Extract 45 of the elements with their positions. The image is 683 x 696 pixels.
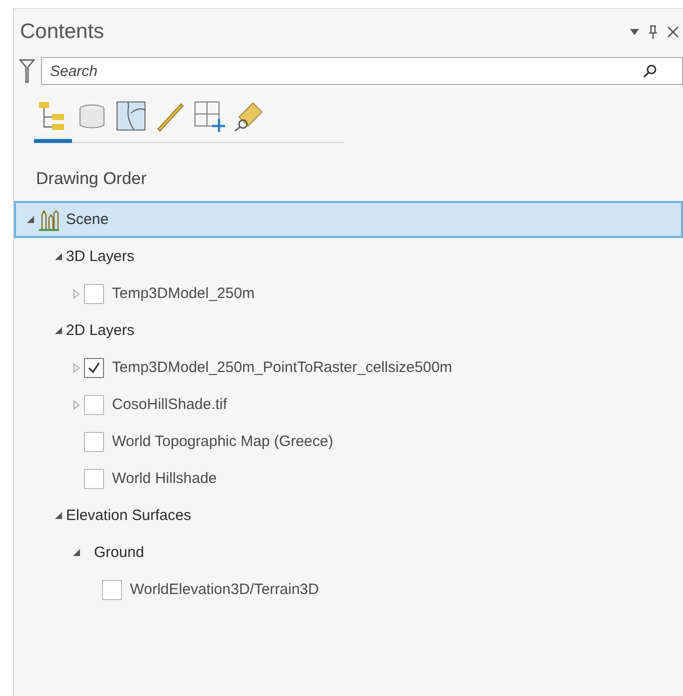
tree-item[interactable]: World Hillshade (14, 460, 683, 497)
visibility-checkbox[interactable] (84, 358, 104, 378)
tree-item[interactable]: Temp3DModel_250m (14, 275, 683, 312)
tree-item[interactable]: CosoHillShade.tif (14, 386, 683, 423)
tree-item[interactable]: World Topographic Map (Greece) (14, 423, 683, 460)
collapse-icon[interactable] (54, 327, 62, 334)
group-name: 3D Layers (66, 248, 134, 265)
panel-title: Contents (20, 20, 104, 44)
close-icon[interactable] (667, 26, 679, 38)
group-name: Elevation Surfaces (66, 507, 192, 524)
visibility-checkbox[interactable] (84, 394, 104, 414)
layer-name: Temp3DModel_250m (112, 285, 255, 302)
pin-icon[interactable] (648, 25, 658, 39)
layer-name: Temp3DModel_250m_PointToRaster_cellsize500m (112, 359, 452, 376)
grid-plus-icon (192, 99, 226, 133)
map-name: Scene (66, 211, 109, 228)
group-name: 2D Layers (66, 322, 134, 339)
visibility-checkbox[interactable] (84, 432, 104, 452)
group-name: Ground (94, 544, 144, 561)
search-icon[interactable] (643, 64, 657, 78)
collapse-icon[interactable] (54, 512, 62, 519)
tree-item[interactable]: WorldElevation3D/Terrain3D (14, 571, 683, 608)
selected-tree-item[interactable]: Scene (14, 201, 683, 238)
layer-name: CosoHillShade.tif (112, 396, 228, 413)
collapse-icon[interactable] (54, 253, 62, 260)
layer-name: World Topographic Map (Greece) (112, 433, 334, 450)
tree-item[interactable]: Elevation Surfaces (14, 497, 683, 534)
dropdown-icon[interactable] (630, 29, 639, 35)
tree-item[interactable]: 2D Layers (14, 312, 683, 349)
map-icon (114, 99, 148, 133)
visibility-checkbox[interactable] (84, 468, 104, 488)
collapse-icon[interactable] (26, 216, 34, 223)
scene-icon (38, 208, 60, 230)
tree-item[interactable]: Ground (14, 534, 683, 571)
layer-name: World Hillshade (112, 470, 217, 487)
layer-name: WorldElevation3D/Terrain3D (130, 581, 319, 598)
search-field[interactable]: Search (41, 57, 683, 85)
tree-item[interactable]: Temp3DModel_250m_PointToRaster_cellsize500m (14, 349, 683, 386)
collapse-icon[interactable] (72, 549, 80, 556)
tree-item[interactable]: 3D Layers (14, 238, 683, 275)
visibility-checkbox[interactable] (102, 580, 122, 600)
section-title: Drawing Order (35, 168, 148, 190)
visibility-checkbox[interactable] (84, 284, 104, 304)
checkmark-icon (87, 362, 101, 374)
filter-icon[interactable] (19, 58, 35, 84)
